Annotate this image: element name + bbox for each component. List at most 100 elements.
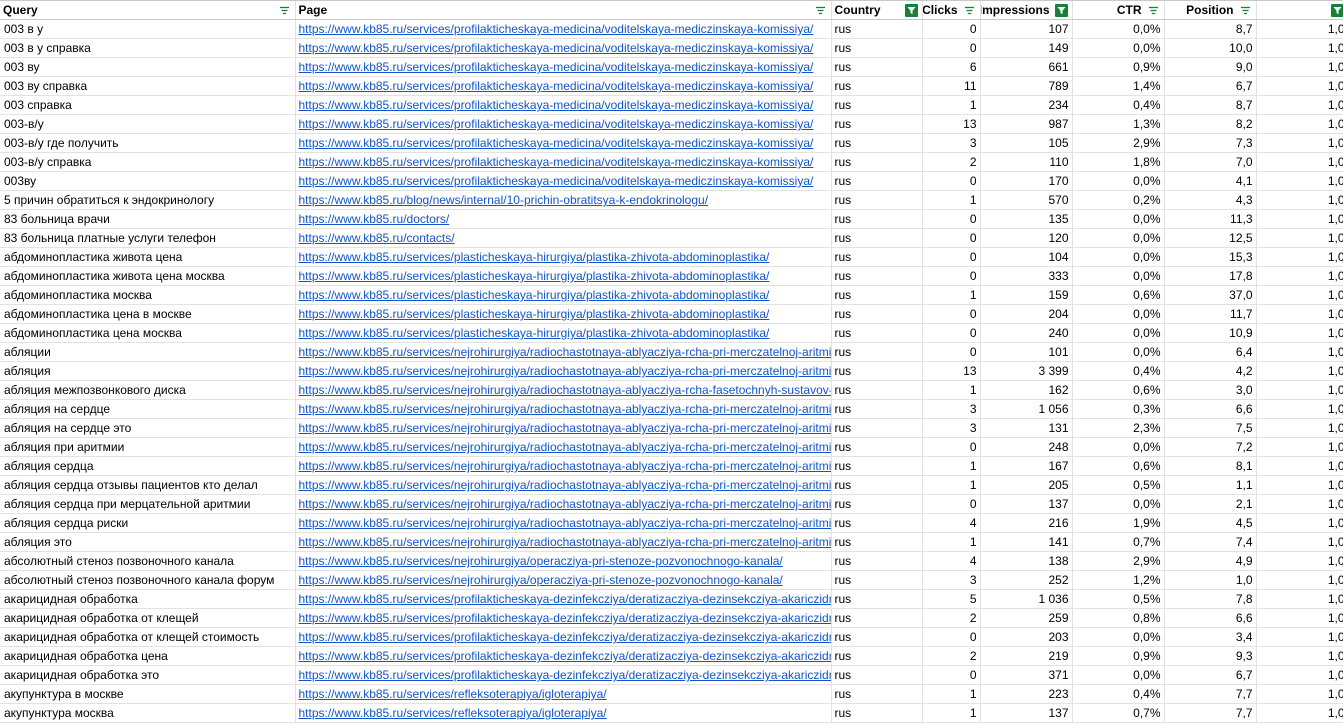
cell-impressions[interactable]: 789 (980, 77, 1072, 96)
cell-page-link[interactable]: https://www.kb85.ru/services/profilaktic… (295, 115, 831, 134)
cell-extra[interactable]: 1,0 (1256, 647, 1343, 666)
cell-query[interactable]: абляция межпозвонкового диска (0, 381, 295, 400)
cell-query[interactable]: акарицидная обработка от клещей стоимост… (0, 628, 295, 647)
cell-position[interactable]: 4,5 (1164, 514, 1256, 533)
cell-query[interactable]: абдоминопластика живота цена (0, 248, 295, 267)
cell-query[interactable]: абляции (0, 343, 295, 362)
cell-position[interactable]: 6,4 (1164, 343, 1256, 362)
cell-query[interactable]: абляция сердца (0, 457, 295, 476)
header-page[interactable]: Page (295, 1, 831, 20)
cell-ctr[interactable]: 0,0% (1072, 666, 1164, 685)
cell-clicks[interactable]: 0 (922, 666, 980, 685)
cell-impressions[interactable]: 234 (980, 96, 1072, 115)
cell-impressions[interactable]: 167 (980, 457, 1072, 476)
cell-impressions[interactable]: 137 (980, 495, 1072, 514)
cell-query[interactable]: акарицидная обработка цена (0, 647, 295, 666)
cell-position[interactable]: 4,3 (1164, 191, 1256, 210)
cell-query[interactable]: 83 больница врачи (0, 210, 295, 229)
cell-country[interactable]: rus (831, 590, 922, 609)
cell-page-link[interactable]: https://www.kb85.ru/services/plastichesk… (295, 267, 831, 286)
cell-clicks[interactable]: 6 (922, 58, 980, 77)
cell-position[interactable]: 11,3 (1164, 210, 1256, 229)
cell-impressions[interactable]: 219 (980, 647, 1072, 666)
cell-page-link[interactable]: https://www.kb85.ru/services/plastichesk… (295, 305, 831, 324)
cell-clicks[interactable]: 3 (922, 134, 980, 153)
cell-query[interactable]: 003 ву справка (0, 77, 295, 96)
cell-clicks[interactable]: 1 (922, 685, 980, 704)
cell-extra[interactable]: 1,0 (1256, 609, 1343, 628)
cell-impressions[interactable]: 105 (980, 134, 1072, 153)
cell-country[interactable]: rus (831, 172, 922, 191)
filter-icon[interactable] (1147, 4, 1160, 17)
cell-page-link[interactable]: https://www.kb85.ru/services/nejrohirurg… (295, 514, 831, 533)
cell-country[interactable]: rus (831, 704, 922, 723)
cell-ctr[interactable]: 0,0% (1072, 39, 1164, 58)
cell-ctr[interactable]: 0,0% (1072, 172, 1164, 191)
cell-clicks[interactable]: 0 (922, 305, 980, 324)
cell-ctr[interactable]: 0,7% (1072, 704, 1164, 723)
cell-impressions[interactable]: 131 (980, 419, 1072, 438)
cell-country[interactable]: rus (831, 628, 922, 647)
cell-extra[interactable]: 1,0 (1256, 248, 1343, 267)
cell-impressions[interactable]: 240 (980, 324, 1072, 343)
cell-position[interactable]: 10,9 (1164, 324, 1256, 343)
cell-position[interactable]: 6,6 (1164, 400, 1256, 419)
cell-position[interactable]: 11,7 (1164, 305, 1256, 324)
cell-position[interactable]: 1,1 (1164, 476, 1256, 495)
cell-impressions[interactable]: 120 (980, 229, 1072, 248)
cell-page-link[interactable]: https://www.kb85.ru/services/plastichesk… (295, 248, 831, 267)
cell-country[interactable]: rus (831, 58, 922, 77)
cell-page-link[interactable]: https://www.kb85.ru/services/refleksoter… (295, 704, 831, 723)
cell-ctr[interactable]: 0,9% (1072, 58, 1164, 77)
cell-impressions[interactable]: 371 (980, 666, 1072, 685)
cell-position[interactable]: 17,8 (1164, 267, 1256, 286)
cell-ctr[interactable]: 0,6% (1072, 286, 1164, 305)
cell-clicks[interactable]: 2 (922, 647, 980, 666)
filter-icon[interactable] (1055, 4, 1068, 17)
cell-extra[interactable]: 1,0 (1256, 267, 1343, 286)
cell-extra[interactable]: 1,0 (1256, 628, 1343, 647)
cell-country[interactable]: rus (831, 248, 922, 267)
cell-clicks[interactable]: 0 (922, 39, 980, 58)
cell-country[interactable]: rus (831, 495, 922, 514)
cell-clicks[interactable]: 0 (922, 324, 980, 343)
cell-query[interactable]: абдоминопластика москва (0, 286, 295, 305)
cell-clicks[interactable]: 0 (922, 628, 980, 647)
cell-impressions[interactable]: 3 399 (980, 362, 1072, 381)
cell-extra[interactable]: 1,0 (1256, 77, 1343, 96)
cell-query[interactable]: 003-в/у (0, 115, 295, 134)
filter-icon[interactable] (905, 4, 918, 17)
cell-position[interactable]: 7,8 (1164, 590, 1256, 609)
cell-clicks[interactable]: 1 (922, 286, 980, 305)
cell-impressions[interactable]: 1 056 (980, 400, 1072, 419)
cell-ctr[interactable]: 0,0% (1072, 628, 1164, 647)
cell-page-link[interactable]: https://www.kb85.ru/services/nejrohirurg… (295, 552, 831, 571)
cell-impressions[interactable]: 203 (980, 628, 1072, 647)
cell-extra[interactable]: 1,0 (1256, 115, 1343, 134)
cell-ctr[interactable]: 1,4% (1072, 77, 1164, 96)
cell-page-link[interactable]: https://www.kb85.ru/services/profilaktic… (295, 172, 831, 191)
cell-clicks[interactable]: 4 (922, 552, 980, 571)
filter-icon[interactable] (278, 4, 291, 17)
filter-icon[interactable] (814, 4, 827, 17)
cell-page-link[interactable]: https://www.kb85.ru/services/nejrohirurg… (295, 457, 831, 476)
cell-country[interactable]: rus (831, 286, 922, 305)
cell-position[interactable]: 7,0 (1164, 153, 1256, 172)
cell-extra[interactable]: 1,0 (1256, 685, 1343, 704)
cell-position[interactable]: 7,3 (1164, 134, 1256, 153)
cell-country[interactable]: rus (831, 552, 922, 571)
cell-query[interactable]: абляция (0, 362, 295, 381)
cell-page-link[interactable]: https://www.kb85.ru/services/nejrohirurg… (295, 495, 831, 514)
cell-query[interactable]: акарицидная обработка (0, 590, 295, 609)
cell-page-link[interactable]: https://www.kb85.ru/services/nejrohirurg… (295, 533, 831, 552)
filter-icon[interactable] (1239, 4, 1252, 17)
cell-page-link[interactable]: https://www.kb85.ru/doctors/ (295, 210, 831, 229)
cell-position[interactable]: 7,5 (1164, 419, 1256, 438)
cell-country[interactable]: rus (831, 400, 922, 419)
cell-query[interactable]: абдоминопластика живота цена москва (0, 267, 295, 286)
cell-query[interactable]: 003 ву (0, 58, 295, 77)
cell-query[interactable]: 003ву (0, 172, 295, 191)
cell-page-link[interactable]: https://www.kb85.ru/services/profilaktic… (295, 590, 831, 609)
cell-page-link[interactable]: https://www.kb85.ru/services/profilaktic… (295, 134, 831, 153)
cell-clicks[interactable]: 2 (922, 153, 980, 172)
